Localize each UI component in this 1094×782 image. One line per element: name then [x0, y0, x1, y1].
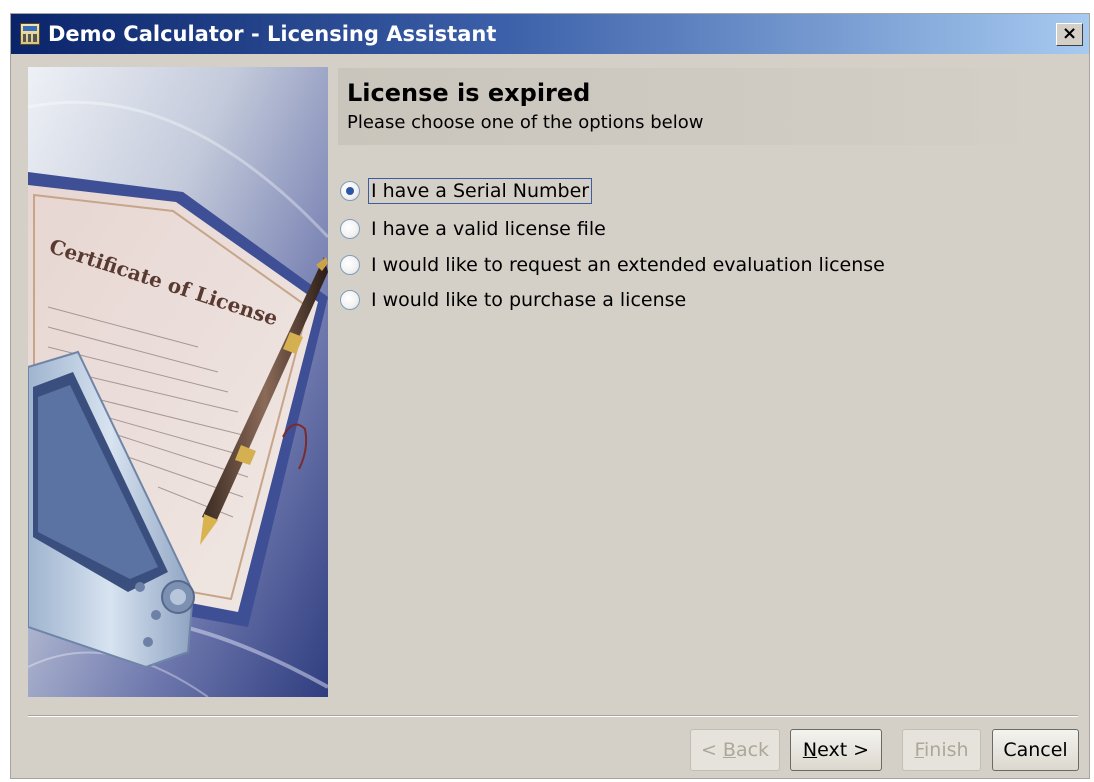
back-button-mnemonic: B [722, 739, 736, 761]
next-button[interactable]: Next > [790, 729, 882, 771]
finish-button-mnemonic: F [914, 739, 924, 761]
title-bar[interactable]: Demo Calculator - Licensing Assistant × [11, 14, 1089, 54]
radio-unselected-icon[interactable] [340, 255, 360, 275]
option-label[interactable]: I have a valid license file [368, 216, 609, 242]
next-button-suffix: ext > [817, 739, 870, 761]
wizard-header: License is expired Please choose one of … [338, 68, 1050, 145]
finish-button[interactable]: Finish [902, 729, 981, 771]
back-button-suffix: ack [735, 739, 770, 761]
finish-button-suffix: inish [924, 739, 969, 761]
next-button-mnemonic: N [802, 739, 818, 761]
back-button[interactable]: < Back [690, 729, 780, 771]
button-divider [28, 715, 1078, 717]
window-title: Demo Calculator - Licensing Assistant [48, 22, 497, 46]
app-calculator-icon [20, 23, 40, 45]
option-label[interactable]: I would like to purchase a license [368, 287, 689, 313]
radio-unselected-icon[interactable] [340, 290, 360, 310]
wizard-illustration: Certificate of License [28, 67, 328, 697]
radio-unselected-icon[interactable] [340, 219, 360, 239]
cancel-button[interactable]: Cancel [992, 729, 1079, 771]
close-button[interactable]: × [1056, 23, 1083, 46]
option-label[interactable]: I have a Serial Number [368, 178, 593, 204]
licensing-dialog: Demo Calculator - Licensing Assistant × [10, 13, 1090, 779]
certificate-pen-pda-image: Certificate of License [28, 67, 328, 697]
page-subtitle: Please choose one of the options below [347, 112, 704, 133]
radio-selected-icon[interactable] [340, 181, 360, 201]
page-title: License is expired [347, 79, 591, 107]
option-label[interactable]: I would like to request an extended eval… [368, 252, 888, 278]
back-button-prefix: < [700, 739, 723, 761]
